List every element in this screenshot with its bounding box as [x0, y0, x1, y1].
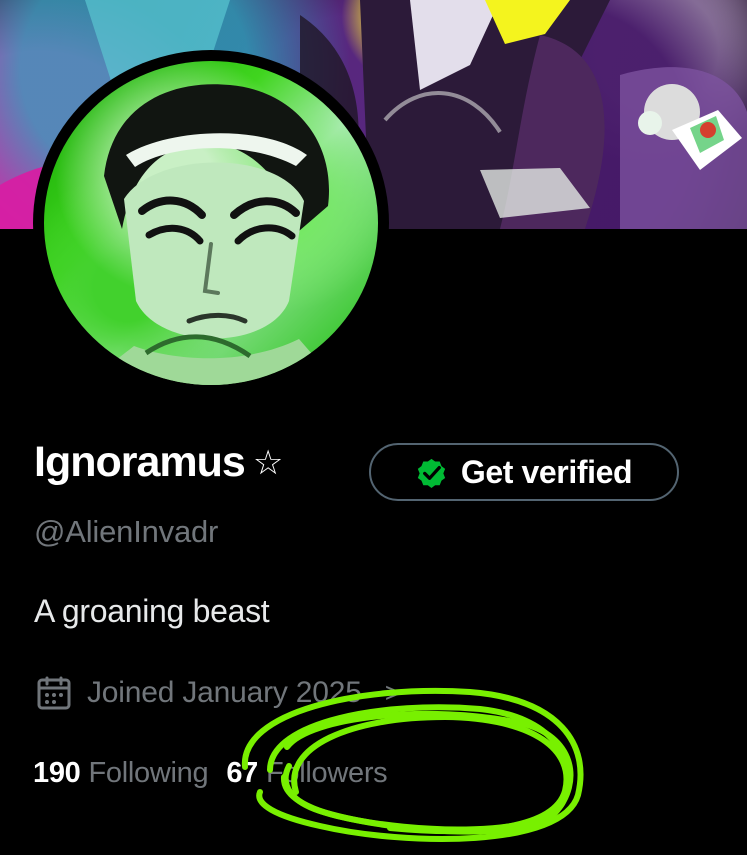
- avatar-image: [44, 61, 378, 385]
- get-verified-label: Get verified: [460, 453, 633, 490]
- following-link[interactable]: 190 Following: [33, 757, 209, 790]
- display-name: Ignoramus: [34, 438, 246, 486]
- following-label: Following: [88, 757, 209, 789]
- chevron-right-icon: >: [384, 677, 401, 708]
- profile-stats: 190 Following 67 Followers: [33, 757, 388, 790]
- joined-date-row: Joined January 2025 >: [36, 675, 401, 711]
- followers-label: Followers: [265, 757, 388, 789]
- profile-handle: @AlienInvadr: [34, 514, 219, 549]
- verified-badge-icon: [417, 458, 445, 488]
- followers-link[interactable]: 67 Followers: [226, 757, 387, 790]
- profile-name-row: Ignoramus ☆: [34, 441, 283, 484]
- avatar-illustration: [84, 84, 339, 385]
- profile-avatar[interactable]: [33, 50, 389, 396]
- joined-date-text: Joined January 2025: [87, 676, 362, 709]
- profile-bio: A groaning beast: [34, 593, 270, 629]
- star-outline-icon: ☆: [252, 443, 284, 482]
- following-count: 190: [33, 757, 81, 789]
- followers-count: 67: [226, 757, 258, 789]
- calendar-icon: [37, 676, 71, 710]
- get-verified-button[interactable]: Get verified: [369, 443, 679, 501]
